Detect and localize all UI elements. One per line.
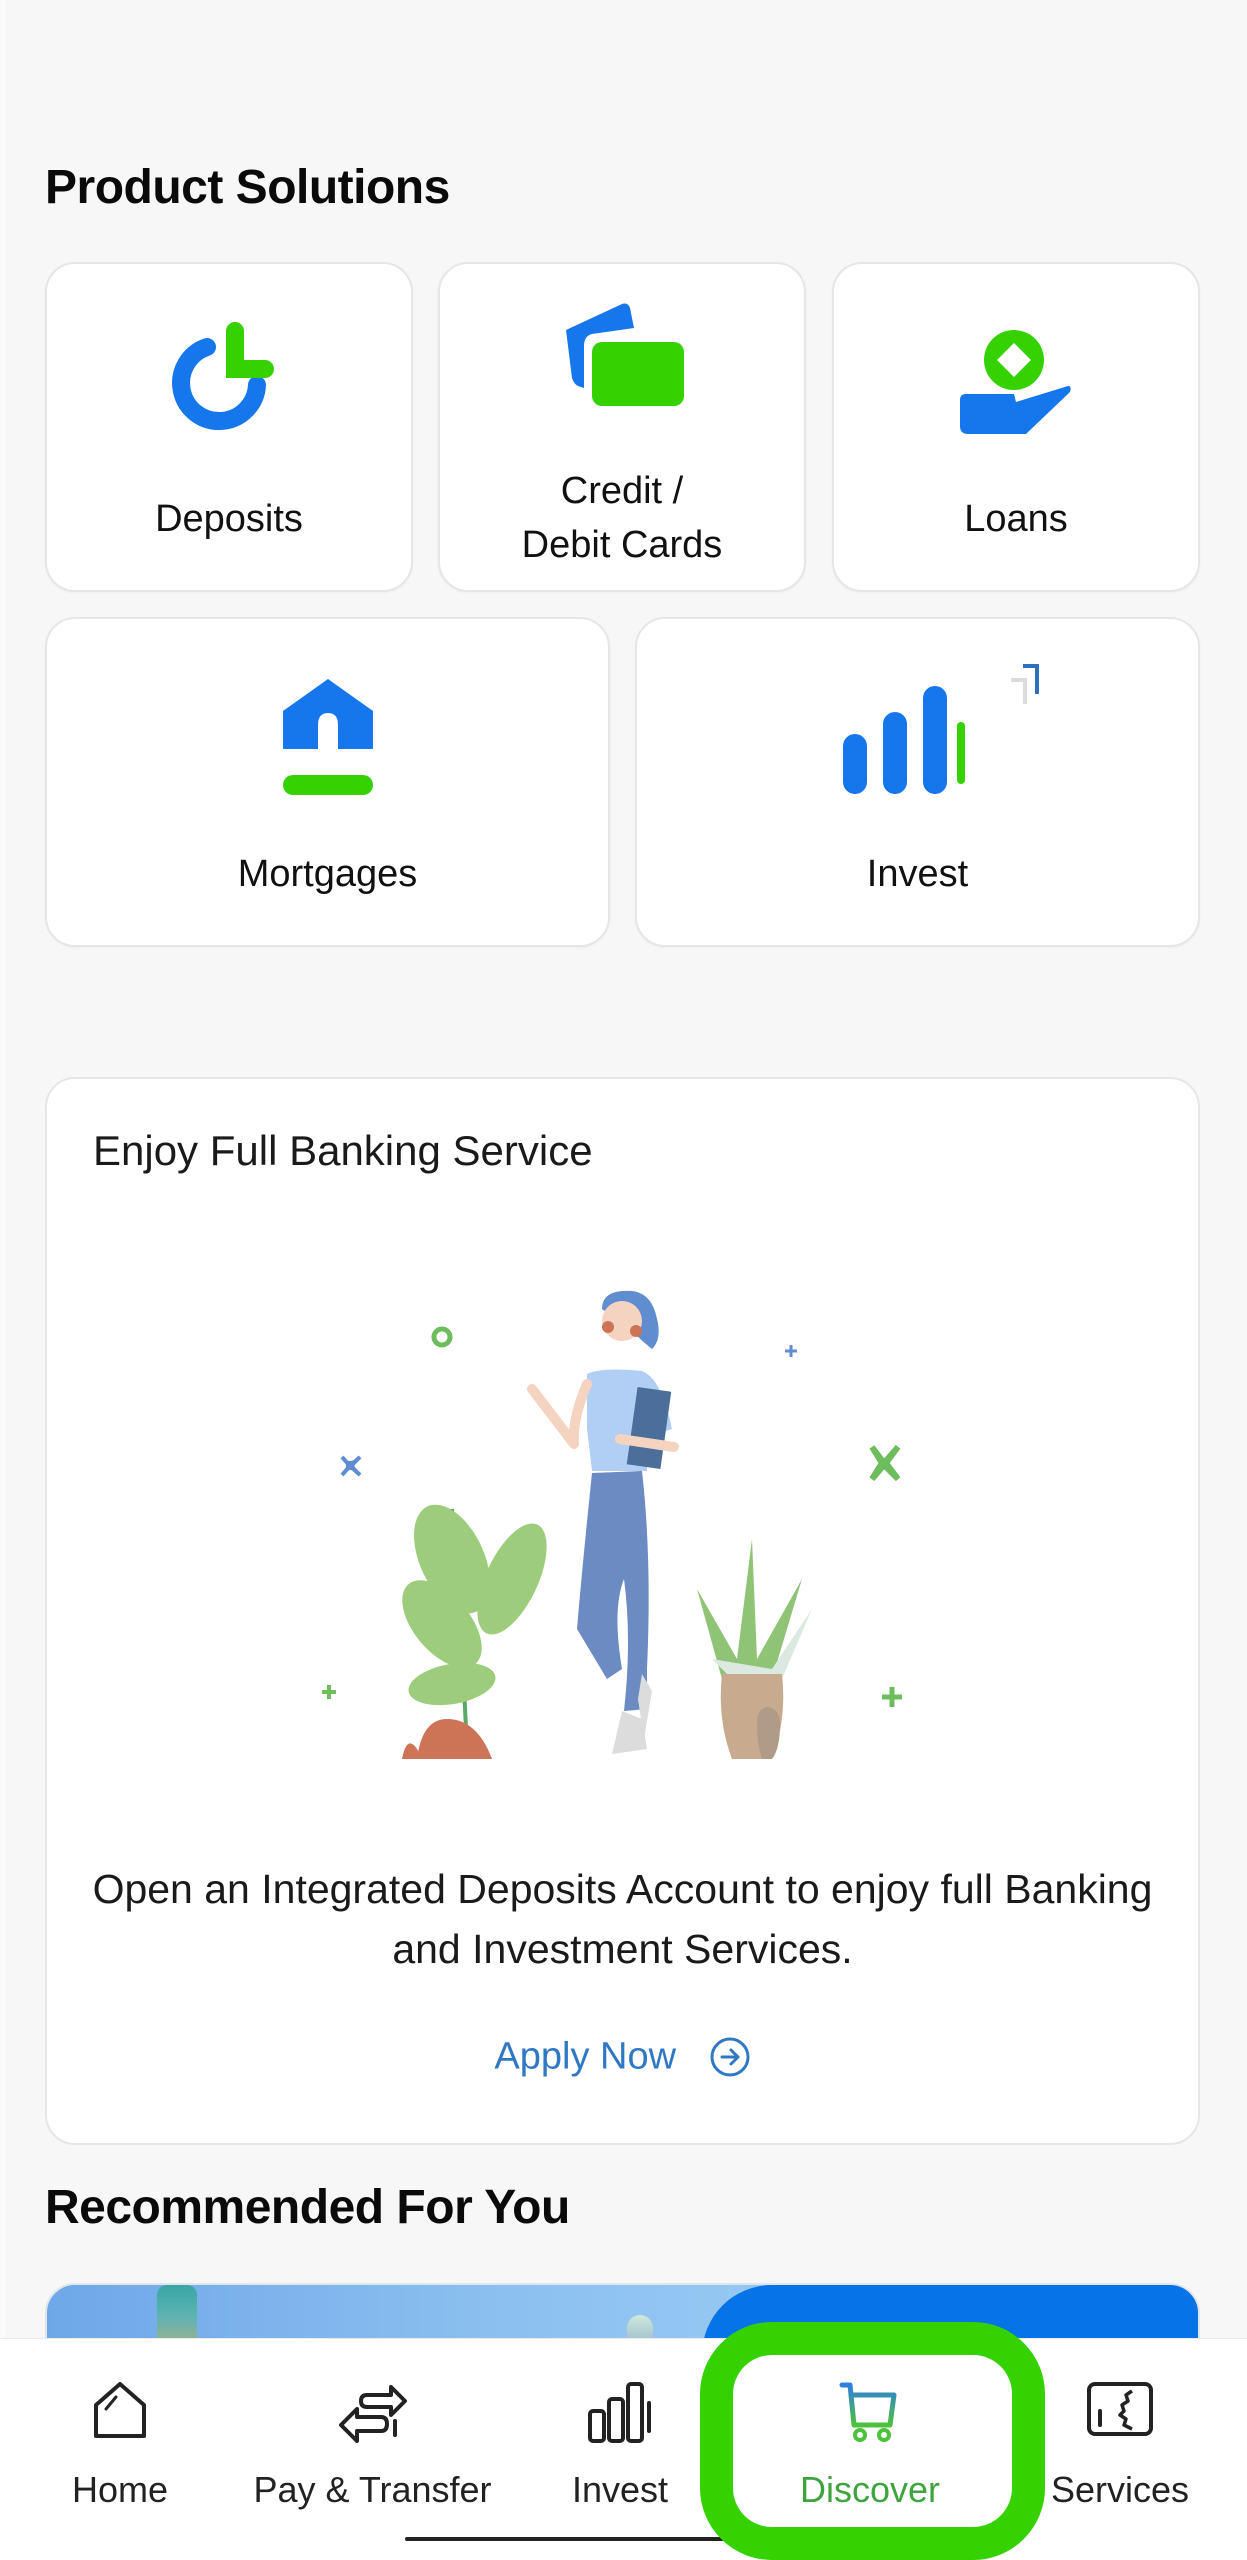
nav-pay-transfer[interactable]: Pay & Transfer (250, 2339, 495, 2560)
tile-invest[interactable]: Invest (635, 617, 1200, 947)
nav-label: Home (71, 2469, 169, 2510)
woman-with-plants-illustration (322, 1290, 902, 1759)
deposits-icon (172, 322, 274, 430)
house-icon (282, 679, 373, 795)
tile-credit-debit-cards[interactable]: Credit / Debit Cards (438, 262, 806, 592)
recommended-title: Recommended For You (45, 2181, 570, 2234)
product-solutions-title: Product Solutions (45, 161, 450, 214)
card-description: Open an Integrated Deposits Account to e… (92, 1866, 1153, 1972)
home-indicator (405, 2537, 735, 2541)
home-icon (94, 2382, 146, 2438)
tile-label: Mortgages (237, 853, 418, 895)
tile-label-line1: Credit / (560, 470, 684, 512)
bar-chart-icon (842, 664, 1039, 794)
transfer-arrows-icon (338, 2385, 407, 2443)
nav-discover[interactable]: Discover (790, 2339, 950, 2560)
tile-label-line2: Debit Cards (521, 524, 723, 566)
nav-label: Discover (799, 2469, 941, 2510)
apply-now-link[interactable]: Apply Now (47, 2034, 1198, 2078)
arrow-right-circle-icon (710, 2037, 750, 2077)
bar-chart-icon (588, 2382, 651, 2443)
nav-label: Pay & Transfer (253, 2469, 492, 2510)
tile-label: Deposits (155, 498, 303, 540)
cards-icon (566, 303, 684, 406)
shopping-cart-icon (839, 2382, 897, 2442)
nav-services[interactable]: Services (1040, 2339, 1200, 2560)
tile-loans[interactable]: Loans (832, 262, 1200, 592)
tile-label: Loans (964, 498, 1068, 540)
nav-home[interactable]: Home (40, 2339, 200, 2560)
nav-label: Invest (571, 2469, 669, 2510)
loan-hand-coin-icon (960, 330, 1071, 434)
full-banking-card: Enjoy Full Banking Service Open an Integ… (45, 1077, 1200, 2145)
tile-label: Invest (866, 853, 969, 895)
services-gear-icon (1087, 2382, 1153, 2436)
tile-deposits[interactable]: Deposits (45, 262, 413, 592)
nav-label: Services (1050, 2469, 1190, 2510)
tile-mortgages[interactable]: Mortgages (45, 617, 610, 947)
apply-now-label: Apply Now (494, 2035, 677, 2078)
card-title: Enjoy Full Banking Service (93, 1127, 593, 1174)
left-edge-strip (0, 0, 6, 2338)
nav-invest[interactable]: Invest (540, 2339, 700, 2560)
bottom-nav: Home Pay & Transfer Invest Discover Serv… (0, 2338, 1247, 2560)
